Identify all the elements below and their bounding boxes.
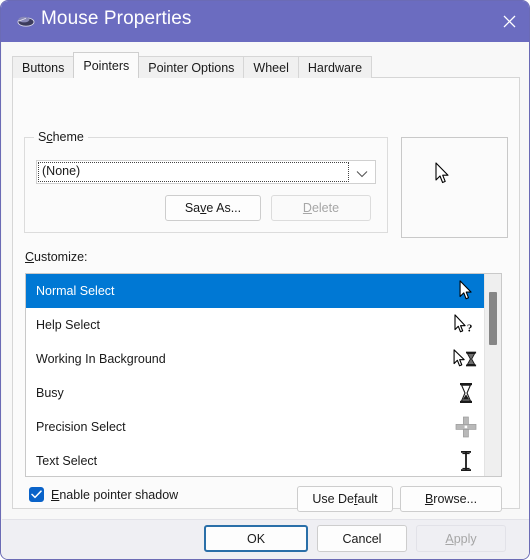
crosshair-icon: [453, 414, 479, 440]
delete-accel: D: [302, 201, 312, 215]
list-item-label: Precision Select: [36, 420, 126, 434]
dialog-body: Buttons Pointers Pointer Options Wheel H…: [2, 42, 529, 519]
customize-label-accel: C: [25, 250, 35, 264]
enable-pointer-shadow-checkbox[interactable]: [29, 487, 44, 502]
tab-pointers[interactable]: Pointers: [73, 52, 140, 78]
list-item-label: Help Select: [36, 318, 100, 332]
delete-post: elete: [311, 201, 340, 215]
tabstrip: Buttons Pointers Pointer Options Wheel H…: [12, 52, 373, 78]
scheme-legend: Scheme: [34, 130, 88, 144]
active-tab-mask: [74, 77, 139, 79]
list-item[interactable]: Precision Select: [26, 410, 485, 444]
scheme-combobox-value: (None): [42, 164, 81, 178]
arrow-help-icon: ?: [453, 312, 479, 338]
tab-buttons[interactable]: Buttons: [12, 56, 75, 78]
scrollbar-thumb[interactable]: [489, 292, 497, 345]
chevron-down-icon[interactable]: [356, 168, 368, 178]
tab-pointer-options[interactable]: Pointer Options: [138, 56, 245, 78]
arrow-pointer-icon: [453, 278, 479, 304]
apply-post: pply: [453, 531, 477, 546]
list-item-label: Busy: [36, 386, 64, 400]
list-item[interactable]: Text Select: [26, 444, 485, 476]
browse-accel: B: [424, 492, 434, 506]
arrow-hourglass-icon: [453, 346, 479, 372]
scheme-combobox[interactable]: (None): [36, 160, 376, 184]
list-item[interactable]: Help Select ?: [26, 308, 485, 342]
cancel-button[interactable]: Cancel: [317, 525, 407, 552]
i-beam-icon: [453, 448, 479, 474]
use-default-button[interactable]: Use De f ault: [297, 486, 393, 512]
customize-list-rows: Normal Select Help Select ? Working In B…: [26, 274, 485, 476]
pointer-preview-box: [401, 137, 508, 238]
list-item-label: Working In Background: [36, 352, 166, 366]
tab-hardware[interactable]: Hardware: [297, 56, 373, 78]
save-as-button[interactable]: Sa v e As...: [165, 195, 261, 221]
shadow-label-post: nable pointer shadow: [59, 487, 179, 502]
list-item-label: Text Select: [36, 454, 98, 468]
list-item[interactable]: Working In Background: [26, 342, 485, 376]
mouse-icon: [17, 14, 35, 28]
delete-button: Delete: [271, 195, 371, 221]
tab-wheel[interactable]: Wheel: [243, 56, 299, 78]
enable-pointer-shadow-row[interactable]: Enable pointer shadow: [29, 487, 178, 502]
customize-label-post: ustomize:: [34, 250, 88, 264]
list-item[interactable]: Normal Select: [26, 274, 485, 308]
customize-label: Customize:: [25, 250, 88, 264]
listbox-scrollbar[interactable]: [484, 274, 501, 476]
svg-text:?: ?: [467, 322, 473, 334]
use-default-post: ault: [357, 492, 378, 506]
apply-accel: A: [445, 531, 454, 546]
list-item-label: Normal Select: [36, 284, 115, 298]
save-as-pre: Sa: [184, 201, 201, 215]
browse-post: rowse...: [433, 492, 478, 506]
apply-button: Apply: [416, 525, 506, 552]
list-item[interactable]: Busy: [26, 376, 485, 410]
arrow-pointer-icon: [435, 162, 451, 186]
hourglass-icon: [453, 380, 479, 406]
title-bar: Mouse Properties: [1, 1, 529, 42]
customize-listbox[interactable]: Normal Select Help Select ? Working In B…: [25, 273, 502, 477]
mouse-properties-window: Mouse Properties Buttons Pointers Pointe…: [0, 0, 530, 560]
ok-button[interactable]: OK: [204, 525, 308, 552]
scheme-legend-post: heme: [52, 130, 84, 144]
tab-label: Wheel: [253, 60, 289, 75]
browse-button[interactable]: Browse...: [400, 486, 502, 512]
scheme-combobox-focus-rect: [38, 162, 349, 182]
tab-label: Buttons: [22, 60, 65, 75]
window-title: Mouse Properties: [41, 8, 192, 29]
tab-label: Pointers: [83, 58, 130, 73]
save-as-post: e As...: [206, 201, 242, 215]
tab-label: Hardware: [307, 60, 363, 75]
use-default-pre: Use De: [312, 492, 355, 506]
close-icon[interactable]: [487, 1, 529, 42]
enable-pointer-shadow-label: Enable pointer shadow: [51, 488, 178, 502]
tab-label: Pointer Options: [148, 60, 235, 75]
